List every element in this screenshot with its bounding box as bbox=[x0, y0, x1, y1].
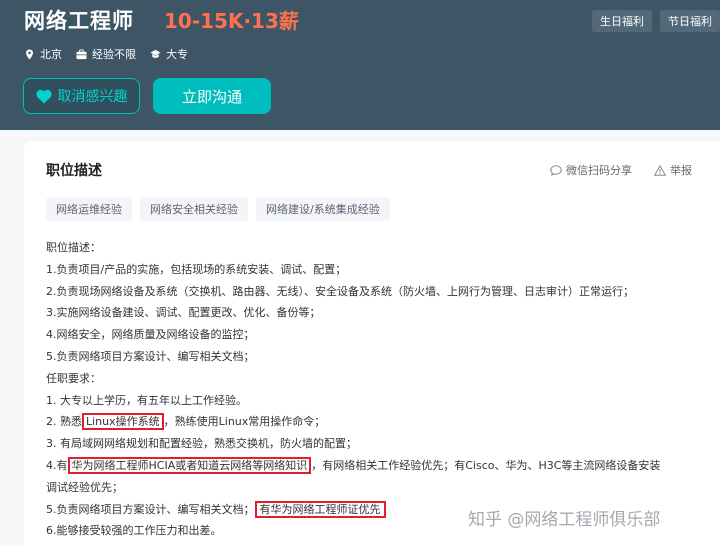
skill-tag: 网络运维经验 bbox=[46, 197, 132, 221]
skill-tag: 网络建设/系统集成经验 bbox=[256, 197, 390, 221]
section-title: 职位描述 bbox=[46, 163, 102, 179]
desc-line: 5.负责网络项目方案设计、编写相关文档； bbox=[46, 349, 255, 363]
perk-badge: 节日福利 bbox=[660, 10, 720, 32]
job-header: 网络工程师 10-15K·13薪 生日福利 节日福利 北京 经验不限 大专 取消… bbox=[0, 0, 720, 130]
skill-tag: 网络安全相关经验 bbox=[140, 197, 248, 221]
experience-text: 经验不限 bbox=[92, 48, 136, 61]
briefcase-icon bbox=[76, 48, 87, 59]
perk-list: 生日福利 节日福利 bbox=[592, 10, 720, 32]
graduation-cap-icon bbox=[150, 49, 161, 58]
description-body: 职位描述： 1.负责项目/产品的实施，包括现场的系统安装、调试、配置； 2.负责… bbox=[46, 237, 706, 542]
location-pin-icon bbox=[26, 48, 33, 60]
meta-location: 北京 bbox=[24, 46, 62, 62]
highlight-certificate: 有华为网络工程师证优先 bbox=[254, 500, 386, 518]
desc-line: 4.网络安全，网络质量及网络设备的监控； bbox=[46, 328, 255, 342]
desc-text: 4.有 bbox=[46, 458, 68, 472]
desc-line: 2. 熟悉 Linux操作系统 ，熟练使用Linux常用操作命令； bbox=[46, 411, 706, 433]
education-text: 大专 bbox=[166, 48, 188, 61]
desc-line: 3. 有局域网网络规划和配置经验，熟悉交换机，防火墙的配置； bbox=[46, 437, 357, 451]
desc-line: 4.有 华为网络工程师HCIA或者知道云网络等网络知识 ，有网络相关工作经验优先；有… bbox=[46, 455, 706, 477]
desc-text: 5.负责网络项目方案设计、编写相关文档； bbox=[46, 502, 255, 516]
desc-line: 任职要求： bbox=[46, 371, 101, 385]
report-label: 举报 bbox=[670, 164, 692, 177]
share-label: 微信扫码分享 bbox=[566, 164, 632, 177]
heart-icon bbox=[35, 89, 52, 103]
job-description-card: 职位描述 微信扫码分享 举报 网络运维经验 网络安全相关经验 网络建设/系统集成… bbox=[24, 141, 720, 546]
desc-line: 职位描述： bbox=[46, 241, 101, 254]
chat-now-label: 立即沟通 bbox=[181, 87, 242, 106]
chat-now-button[interactable]: 立即沟通 bbox=[153, 78, 271, 114]
desc-text: ，熟练使用Linux常用操作命令； bbox=[163, 415, 326, 429]
perk-badge: 生日福利 bbox=[592, 10, 652, 32]
job-title: 网络工程师 bbox=[24, 9, 134, 33]
warning-icon bbox=[654, 164, 666, 176]
skill-tag-list: 网络运维经验 网络安全相关经验 网络建设/系统集成经验 bbox=[46, 197, 390, 221]
cancel-interest-label: 取消感兴趣 bbox=[57, 89, 128, 105]
desc-line: 1. 大专以上学历，有五年以上工作经验。 bbox=[46, 393, 247, 407]
location-text: 北京 bbox=[40, 48, 62, 61]
desc-text: 2. 熟悉 bbox=[46, 415, 82, 429]
highlight-hcia: 华为网络工程师HCIA或者知道云网络等网络知识 bbox=[67, 456, 312, 474]
desc-line: 调试经验优先； bbox=[46, 480, 123, 494]
meta-education: 大专 bbox=[150, 46, 188, 62]
desc-line: 3.实施网络设备建设、调试、配置更改、优化、备份等； bbox=[46, 306, 321, 320]
meta-experience: 经验不限 bbox=[76, 46, 136, 62]
desc-text: ，有网络相关工作经验优先；有Cisco、华为、H3C等主流网络设备安装 bbox=[311, 458, 661, 472]
desc-line: 1.负责项目/产品的实施，包括现场的系统安装、调试、配置； bbox=[46, 262, 347, 276]
chat-bubble-icon bbox=[550, 164, 562, 176]
zhihu-watermark: 知乎 @网络工程师俱乐部 bbox=[468, 510, 661, 530]
highlight-linux: Linux操作系统 bbox=[82, 413, 164, 431]
desc-line: 2.负责现场网络设备及系统（交换机、路由器、无线）、安全设备及系统（防火墙、上网… bbox=[46, 284, 634, 298]
job-meta: 北京 经验不限 大专 bbox=[24, 46, 188, 62]
cancel-interest-button[interactable]: 取消感兴趣 bbox=[23, 78, 140, 114]
report-link[interactable]: 举报 bbox=[654, 162, 692, 178]
salary: 10-15K·13薪 bbox=[164, 9, 299, 33]
wechat-share-link[interactable]: 微信扫码分享 bbox=[550, 162, 632, 178]
